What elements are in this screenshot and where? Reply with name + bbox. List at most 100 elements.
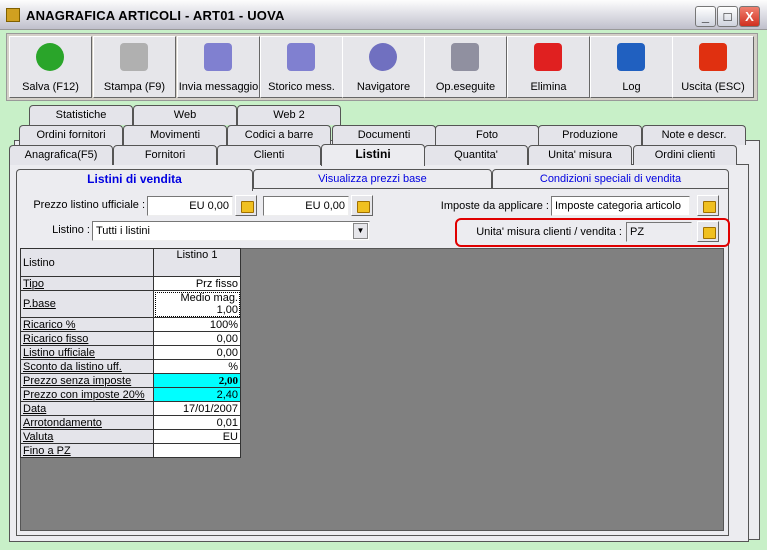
grid-row-label: Prezzo con imposte 20% bbox=[20, 387, 154, 402]
close-button[interactable]: X bbox=[739, 6, 760, 27]
book-search-icon bbox=[617, 43, 645, 71]
tab-web-2[interactable]: Web 2 bbox=[237, 105, 341, 125]
toolbar-button-check[interactable]: Salva (F12) bbox=[9, 36, 92, 98]
grid-cell[interactable]: 0,01 bbox=[153, 415, 241, 430]
gears-search-icon bbox=[451, 43, 479, 71]
imposte-input[interactable]: Imposte categoria articolo bbox=[551, 196, 690, 216]
grid-cell[interactable]: 17/01/2007 bbox=[153, 401, 241, 416]
grid-row-label: Tipo bbox=[20, 276, 154, 291]
tab-documenti[interactable]: Documenti bbox=[332, 125, 436, 145]
toolbar-button-envelope-pen[interactable]: Invia messaggio bbox=[177, 36, 260, 98]
grid-cell[interactable]: % bbox=[153, 359, 241, 374]
toolbar-button-envelope-search[interactable]: Storico mess. bbox=[260, 36, 343, 98]
grid-cell[interactable]: 0,00 bbox=[153, 345, 241, 360]
grid-row: Listino ufficiale 0,00 bbox=[20, 345, 241, 360]
toolbar-button-label: Salva (F12) bbox=[22, 81, 79, 93]
grid-row-label: Arrotondamento bbox=[20, 415, 154, 430]
toolbar-button-book-search[interactable]: Log bbox=[590, 36, 673, 98]
grid-cell-line: Medio mag. bbox=[180, 292, 238, 304]
grid-row: Fino a PZ bbox=[20, 443, 241, 458]
tab-listini[interactable]: Listini bbox=[321, 144, 425, 166]
check-icon bbox=[36, 43, 64, 71]
toolbar-button-label: Invia messaggio bbox=[178, 81, 259, 93]
maximize-button[interactable]: □ bbox=[717, 6, 738, 27]
grid-row-label: Sconto da listino uff. bbox=[20, 359, 154, 374]
prezzo-input-1[interactable]: EU 0,00 bbox=[147, 196, 233, 216]
toolbar-button-gears-search[interactable]: Op.eseguite bbox=[424, 36, 507, 98]
tab-quantita-[interactable]: Quantita' bbox=[424, 145, 528, 165]
toolbar-button-compass[interactable]: Navigatore bbox=[342, 36, 425, 98]
listino-value: Tutti i listini bbox=[96, 225, 150, 237]
tab-ordini-fornitori[interactable]: Ordini fornitori bbox=[19, 125, 123, 145]
prezzo-label: Prezzo listino ufficiale : bbox=[33, 199, 145, 211]
folder-icon[interactable] bbox=[235, 195, 257, 216]
tab-foto[interactable]: Foto bbox=[435, 125, 539, 145]
tab-note-e-descr-[interactable]: Note e descr. bbox=[642, 125, 746, 145]
toolbar-button-printer[interactable]: Stampa (F9) bbox=[93, 36, 176, 98]
tab-movimenti[interactable]: Movimenti bbox=[123, 125, 227, 145]
grid-cell[interactable]: Medio mag. 1,00 bbox=[153, 290, 241, 318]
grid-row-label: Prezzo senza imposte bbox=[20, 373, 154, 388]
toolbar-button-label: Navigatore bbox=[356, 81, 411, 93]
grid-row: Prezzo senza imposte 2,00 bbox=[20, 373, 241, 388]
grid-row: Arrotondamento 0,01 bbox=[20, 415, 241, 430]
app-icon bbox=[6, 8, 20, 22]
chevron-down-icon[interactable]: ▼ bbox=[353, 223, 368, 239]
envelope-pen-icon bbox=[204, 43, 232, 71]
folder-icon[interactable] bbox=[697, 195, 719, 216]
envelope-search-icon bbox=[287, 43, 315, 71]
grid-cell-line: 1,00 bbox=[216, 304, 238, 316]
grid-row-label: P.base bbox=[20, 290, 154, 318]
grid-cell[interactable]: Prz fisso bbox=[153, 276, 241, 291]
red-x-icon bbox=[534, 43, 562, 71]
printer-icon bbox=[120, 43, 148, 71]
title-bar: ANAGRAFICA ARTICOLI - ART01 - UOVA _ □ X bbox=[0, 0, 767, 30]
toolbar-button-label: Uscita (ESC) bbox=[681, 81, 745, 93]
prezzo-input-2[interactable]: EU 0,00 bbox=[263, 196, 349, 216]
grid-header-listino[interactable]: Listino 1 bbox=[153, 248, 241, 277]
grid-header-label: Listino bbox=[20, 248, 154, 277]
grid-row: Ricarico fisso 0,00 bbox=[20, 331, 241, 346]
minimize-button[interactable]: _ bbox=[695, 6, 716, 27]
grid-cell[interactable]: EU bbox=[153, 429, 241, 444]
tab-ordini-clienti[interactable]: Ordini clienti bbox=[633, 145, 737, 165]
tab-codici-a-barre[interactable]: Codici a barre bbox=[227, 125, 331, 145]
toolbar-button-label: Op.eseguite bbox=[435, 81, 496, 93]
subtab-visualizza-prezzi-base[interactable]: Visualizza prezzi base bbox=[253, 169, 492, 189]
grid-row: Tipo Prz fisso bbox=[20, 276, 241, 291]
compass-icon bbox=[369, 43, 397, 71]
grid-row-label: Ricarico fisso bbox=[20, 331, 154, 346]
grid-cell[interactable]: 100% bbox=[153, 317, 241, 332]
window-title: ANAGRAFICA ARTICOLI - ART01 - UOVA bbox=[26, 8, 285, 23]
grid-cell[interactable]: 2,00 bbox=[153, 373, 241, 388]
subtab-listini-di-vendita[interactable]: Listini di vendita bbox=[16, 169, 253, 191]
tab-fornitori[interactable]: Fornitori bbox=[113, 145, 217, 165]
grid-row-label: Data bbox=[20, 401, 154, 416]
grid-cell[interactable]: 0,00 bbox=[153, 331, 241, 346]
grid-row: Ricarico % 100% bbox=[20, 317, 241, 332]
tab-unita-misura[interactable]: Unita' misura bbox=[528, 145, 632, 165]
listino-label: Listino : bbox=[52, 224, 90, 236]
tab-clienti[interactable]: Clienti bbox=[217, 145, 321, 165]
listini-table: Listino Listino 1 Tipo Prz fisso P.base Medio… bbox=[20, 248, 241, 458]
folder-icon[interactable] bbox=[351, 195, 373, 216]
grid-row-label: Fino a PZ bbox=[20, 443, 154, 458]
listino-select[interactable]: Tutti i listini ▼ bbox=[92, 221, 370, 241]
toolbar-button-red-x[interactable]: Elimina bbox=[507, 36, 590, 98]
tab-web[interactable]: Web bbox=[133, 105, 237, 125]
grid-row-label: Listino ufficiale bbox=[20, 345, 154, 360]
um-input[interactable]: PZ bbox=[626, 222, 692, 242]
grid-cell[interactable] bbox=[153, 443, 241, 458]
grid-cell[interactable]: 2,40 bbox=[153, 387, 241, 402]
tab-statistiche[interactable]: Statistiche bbox=[29, 105, 133, 125]
toolbar-button-label: Log bbox=[622, 81, 641, 93]
grid-header-row: Listino Listino 1 bbox=[20, 248, 241, 277]
toolbar-button-label: Elimina bbox=[530, 81, 567, 93]
folder-icon[interactable] bbox=[697, 221, 719, 242]
toolbar-button-power[interactable]: Uscita (ESC) bbox=[672, 36, 754, 98]
subtab-condizioni-speciali-di-vendita[interactable]: Condizioni speciali di vendita bbox=[492, 169, 729, 189]
grid-row-label: Valuta bbox=[20, 429, 154, 444]
tab-produzione[interactable]: Produzione bbox=[538, 125, 642, 145]
imposte-label: Imposte da applicare : bbox=[440, 200, 549, 212]
tab-anagrafica-f5-[interactable]: Anagrafica(F5) bbox=[9, 145, 113, 165]
